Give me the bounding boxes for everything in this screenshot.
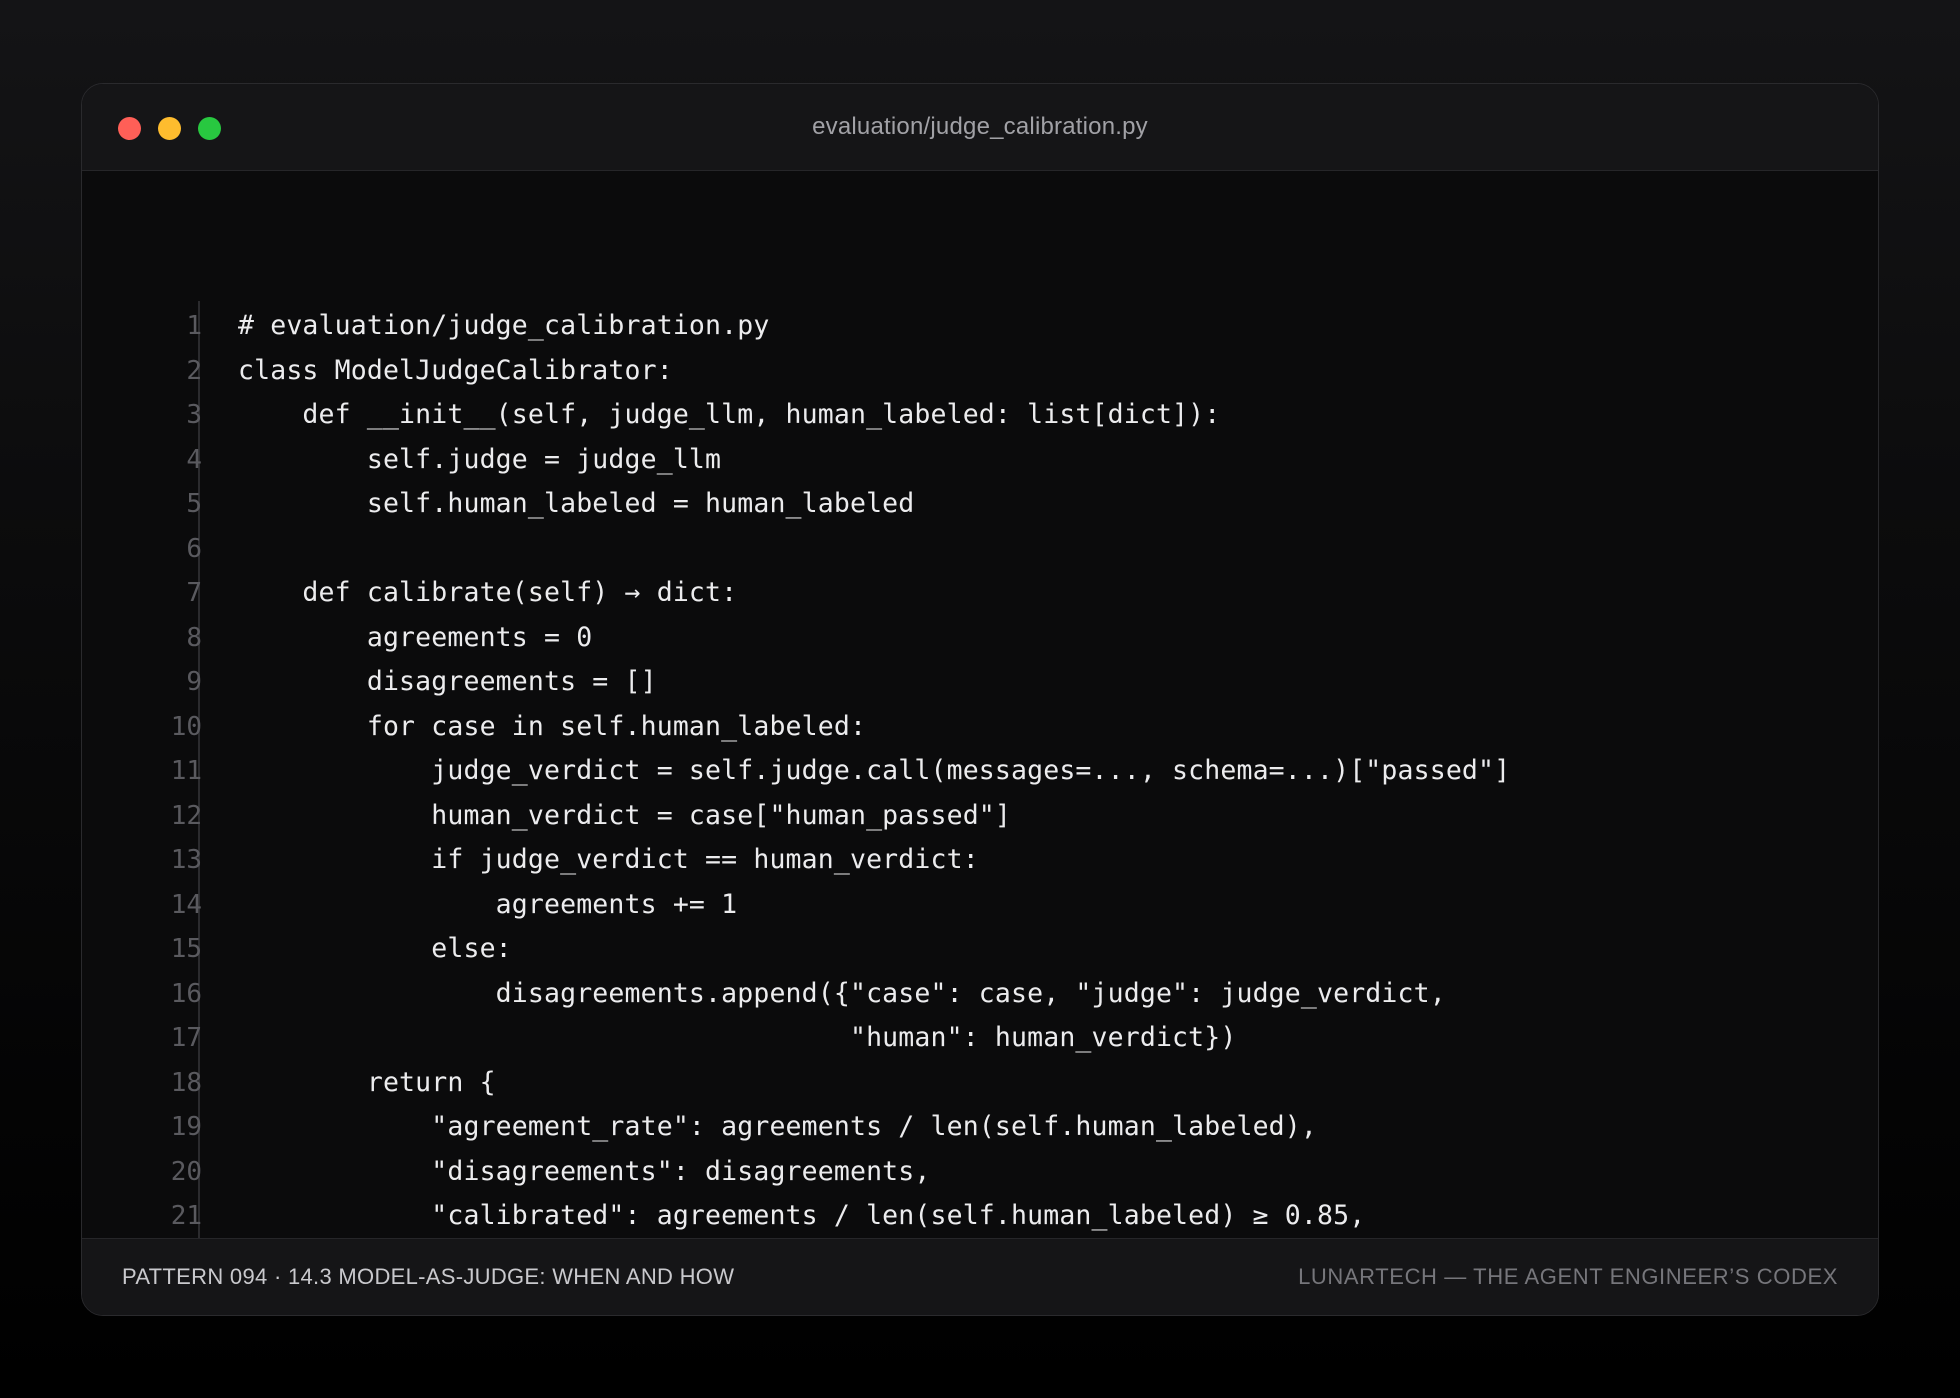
code-text: def calibrate(self) → dict: <box>238 577 738 608</box>
line-number: 20 <box>170 1156 202 1187</box>
code-text: # evaluation/judge_calibration.py <box>238 310 770 341</box>
code-window: evaluation/judge_calibration.py 1 # evalu… <box>81 83 1879 1316</box>
line-number: 5 <box>186 489 202 519</box>
code-text: disagreements = [] <box>238 666 657 697</box>
code-text: return { <box>238 1066 496 1098</box>
code-lines: 1 # evaluation/judge_calibration.py 2 class… <box>82 304 1878 1283</box>
code-line: 1 # evaluation/judge_calibration.py <box>82 304 1878 349</box>
publisher-caption: LUNARTECH — THE AGENT ENGINEER’S CODEX <box>1298 1264 1838 1289</box>
line-number: 4 <box>186 444 202 475</box>
code-line: 21 "calibrated": agreements / len(self.h… <box>82 1194 1878 1239</box>
line-number: 6 <box>186 533 202 564</box>
code-line: 18 return { <box>82 1061 1878 1106</box>
code-text: "disagreements": disagreements, <box>238 1155 931 1187</box>
line-number: 13 <box>170 845 202 875</box>
code-text: else: <box>238 933 512 964</box>
code-line: 10 for case in self.human_labeled: <box>82 705 1878 750</box>
line-number: 19 <box>170 1112 202 1142</box>
footer-bar: PATTERN 094 · 14.3 MODEL-AS-JUDGE: WHEN … <box>82 1238 1878 1315</box>
code-text: agreements += 1 <box>238 888 738 920</box>
code-line: 12 human_verdict = case["human_passed"] <box>82 794 1878 839</box>
code-text: disagreements.append({"case": case, "jud… <box>238 977 1446 1009</box>
pattern-caption: PATTERN 094 · 14.3 MODEL-AS-JUDGE: WHEN … <box>122 1264 735 1289</box>
line-number: 8 <box>186 622 202 653</box>
line-number: 9 <box>186 667 202 697</box>
code-line: 8 agreements = 0 <box>82 616 1878 661</box>
code-line: 4 self.judge = judge_llm <box>82 438 1878 483</box>
line-number: 2 <box>186 355 202 386</box>
code-line: 15 else: <box>82 927 1878 972</box>
code-line: 20 "disagreements": disagreements, <box>82 1150 1878 1195</box>
code-line: 3 def __init__(self, judge_llm, human_la… <box>82 393 1878 438</box>
code-line: 16 disagreements.append({"case": case, "… <box>82 972 1878 1017</box>
code-line: 14 agreements += 1 <box>82 883 1878 928</box>
code-text: if judge_verdict == human_verdict: <box>238 844 979 875</box>
code-line: 6 <box>82 527 1878 572</box>
line-number: 15 <box>170 934 202 964</box>
code-line: 9 disagreements = [] <box>82 660 1878 705</box>
code-text: "calibrated": agreements / len(self.huma… <box>238 1200 1366 1231</box>
line-number: 1 <box>186 311 202 341</box>
code-text: "human": human_verdict}) <box>238 1022 1237 1053</box>
code-line: 17 "human": human_verdict}) <box>82 1016 1878 1061</box>
code-line: 5 self.human_labeled = human_labeled <box>82 482 1878 527</box>
code-text: class ModelJudgeCalibrator: <box>238 354 673 386</box>
line-number: 11 <box>170 756 202 786</box>
line-number: 17 <box>170 1023 202 1053</box>
code-line: 19 "agreement_rate": agreements / len(se… <box>82 1105 1878 1150</box>
code-text: for case in self.human_labeled: <box>238 710 867 742</box>
code-text: human_verdict = case["human_passed"] <box>238 799 1012 831</box>
code-line: 2 class ModelJudgeCalibrator: <box>82 349 1878 394</box>
line-number: 12 <box>170 800 202 831</box>
code-text: def __init__(self, judge_llm, human_labe… <box>238 399 1221 430</box>
code-editor[interactable]: 1 # evaluation/judge_calibration.py 2 class… <box>82 171 1878 1281</box>
line-number: 3 <box>186 400 202 430</box>
window-title: evaluation/judge_calibration.py <box>812 113 1148 140</box>
line-number: 21 <box>170 1201 202 1231</box>
code-text: self.human_labeled = human_labeled <box>238 488 915 519</box>
code-line: 11 judge_verdict = self.judge.call(messa… <box>82 749 1878 794</box>
code-line: 13 if judge_verdict == human_verdict: <box>82 838 1878 883</box>
title-bar: evaluation/judge_calibration.py <box>82 84 1878 171</box>
line-number: 10 <box>170 711 202 742</box>
code-line: 7 def calibrate(self) → dict: <box>82 571 1878 616</box>
code-text: agreements = 0 <box>238 621 593 653</box>
line-number: 16 <box>170 978 202 1009</box>
line-number: 7 <box>186 578 202 608</box>
code-text: judge_verdict = self.judge.call(messages… <box>238 755 1511 786</box>
line-number: 18 <box>170 1067 202 1098</box>
code-text: "agreement_rate": agreements / len(self.… <box>238 1111 1317 1142</box>
code-text: self.judge = judge_llm <box>238 443 722 475</box>
line-number: 14 <box>170 889 202 920</box>
